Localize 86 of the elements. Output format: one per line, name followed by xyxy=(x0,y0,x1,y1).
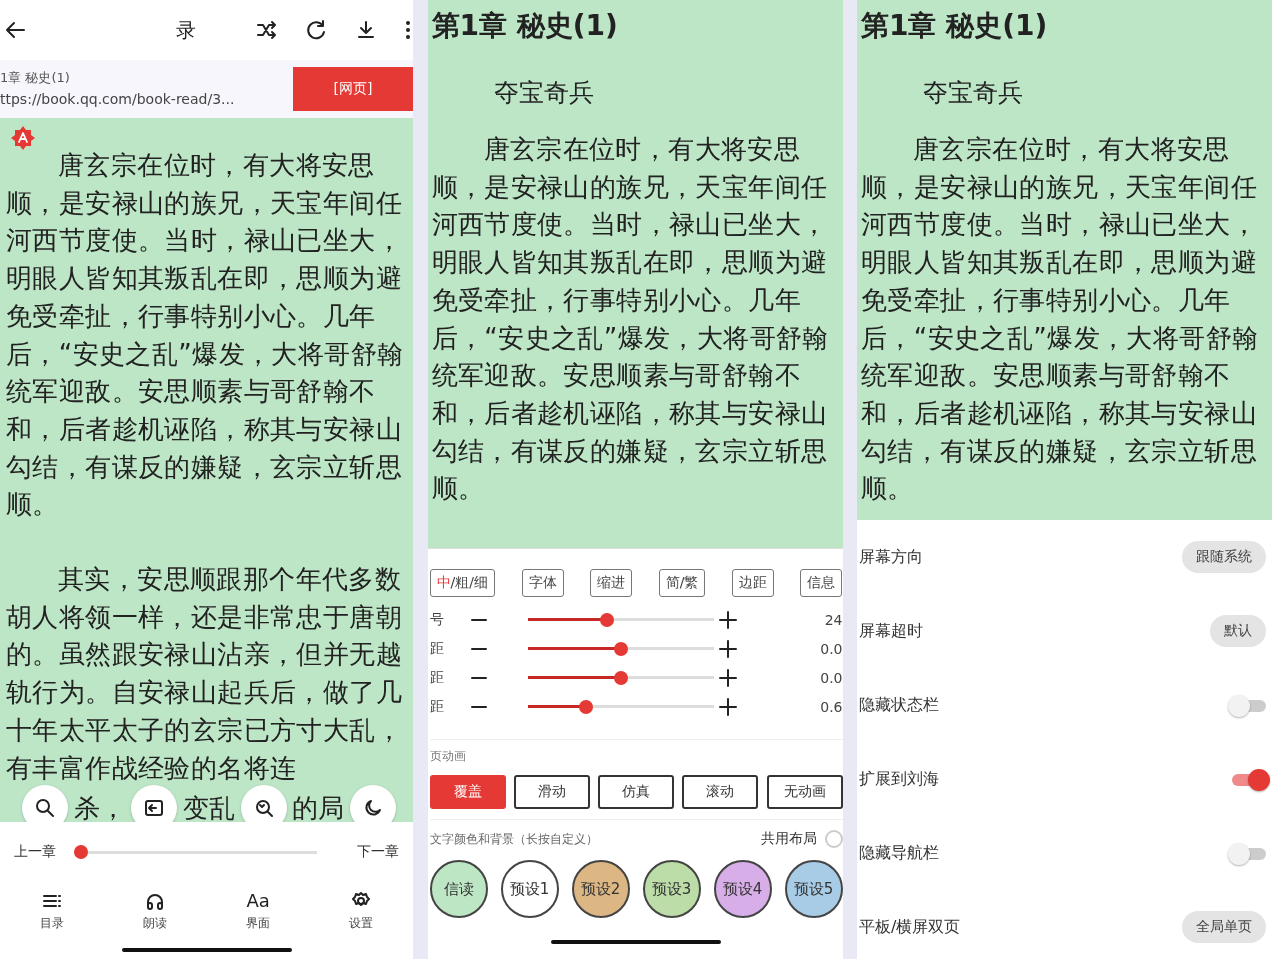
page-animation-option[interactable]: 仿真 xyxy=(598,775,674,809)
chapter-text: 唐玄宗在位时，有大将安思顺，是安禄山的族兄，天宝年间任河西节度使。当时，禄山已坐大，明眼人皆知其叛乱在即，思顺为避免受牵扯，行事特别小心。几年后，“安史之乱”爆发，大将哥舒翰统军迎敌。安思顺素与哥舒翰不和，后者趁机诬陷，称其与安禄山勾结，有谋反的嫌疑，玄宗立斩思顺。 xyxy=(431,133,830,506)
nav-tab[interactable]: Aa 界面 xyxy=(206,882,310,940)
text-fragment: 的局 xyxy=(292,791,345,822)
toggle-switch[interactable] xyxy=(1228,843,1266,863)
color-theme-preset[interactable]: 预设3 xyxy=(642,860,701,918)
nav-tab[interactable]: 目录 xyxy=(0,882,104,940)
shuffle-icon[interactable] xyxy=(255,19,277,41)
setting-label: 屏幕方向 xyxy=(859,546,923,568)
plus-icon[interactable] xyxy=(717,696,738,717)
page-animation-option[interactable]: 覆盖 xyxy=(429,775,506,809)
chapter-url: ttps://book.qq.com/book-read/3... xyxy=(0,90,236,109)
chapter-heading: 第1章 秘史(1) xyxy=(431,8,619,44)
slider-thumb[interactable] xyxy=(599,612,614,627)
font-glyph: Aa xyxy=(246,890,270,911)
slider-value: 24 xyxy=(823,611,843,628)
translate-badge-icon[interactable] xyxy=(10,125,36,151)
next-chapter-link[interactable]: 下一章 xyxy=(357,843,399,861)
section-caption: 文字颜色和背景（长按自定义） xyxy=(429,830,598,848)
color-theme-preset[interactable]: 预设1 xyxy=(500,860,559,918)
page-animation-option[interactable]: 滚动 xyxy=(682,775,759,809)
nav-tab[interactable]: 朗读 xyxy=(103,882,207,940)
color-theme-preset[interactable]: 信读 xyxy=(429,860,488,918)
slider-label: 号 xyxy=(429,610,445,629)
slider-label: 距 xyxy=(429,639,445,658)
slider-thumb[interactable] xyxy=(579,699,594,714)
style-option-button[interactable]: 缩进 xyxy=(590,569,633,597)
slider-label: 距 xyxy=(429,697,445,716)
slider-value: 0.0 xyxy=(819,669,843,686)
style-option-button[interactable]: 中/粗/细 xyxy=(429,569,495,597)
text-fragment: 变乱 xyxy=(182,791,235,822)
plus-icon[interactable] xyxy=(717,667,738,688)
setting-label: 屏幕超时 xyxy=(859,620,923,642)
back-arrow-icon[interactable] xyxy=(4,19,26,41)
chapter-name: 1章 秘史(1) xyxy=(0,69,71,87)
chapter-subtitle: 夺宝奇兵 xyxy=(923,77,1024,109)
color-theme-preset[interactable]: 预设2 xyxy=(571,860,630,918)
section-caption: 页动画 xyxy=(429,739,843,765)
toggle-switch[interactable] xyxy=(1228,695,1266,715)
style-option-button[interactable]: 边距 xyxy=(731,569,774,597)
slider-label: 距 xyxy=(429,668,445,687)
search-icon xyxy=(34,797,56,820)
plus-icon[interactable] xyxy=(717,609,738,630)
setting-label: 隐藏状态栏 xyxy=(859,694,939,716)
floating-button[interactable] xyxy=(349,785,396,822)
nav-label: 目录 xyxy=(39,914,64,932)
color-theme-preset[interactable]: 预设4 xyxy=(713,860,772,918)
style-option-button[interactable]: 简/繁 xyxy=(658,569,706,597)
paragraph: 其实，安思顺跟那个年代多数胡人将领一样，还是非常忠于唐朝的。虽然跟安禄山沾亲，但并无越轨行为。自安禄山起兵后，做了几十年太平太子的玄宗已方寸大乱，有丰富作战经验的名将连 xyxy=(6,563,403,785)
setting-value-button[interactable]: 全局单页 xyxy=(1182,911,1266,943)
slider-thumb[interactable] xyxy=(613,641,628,656)
style-option-button[interactable]: 字体 xyxy=(521,569,564,597)
more-icon[interactable] xyxy=(405,19,411,41)
chapter-text: 唐玄宗在位时，有大将安思顺，是安禄山的族兄，天宝年间任河西节度使。当时，禄山已坐大，明眼人皆知其叛乱在即，思顺为避免受牵扯，行事特别小心。几年后，“安史之乱”爆发，大将哥舒翰统军迎敌。安思顺素与哥舒翰不和，后者趁机诬陷，称其与安禄山勾结，有谋反的嫌疑，玄宗立斩思顺。 xyxy=(861,133,1260,506)
floating-button[interactable] xyxy=(240,785,287,822)
chapter-subtitle: 夺宝奇兵 xyxy=(493,77,595,109)
plus-icon[interactable] xyxy=(717,638,738,659)
page-animation-option[interactable]: 无动画 xyxy=(766,775,843,809)
previous-chapter-link[interactable]: 上一章 xyxy=(14,843,56,861)
slider-value: 0.6 xyxy=(819,698,843,715)
slider-thumb[interactable] xyxy=(613,670,628,685)
nav-label: 朗读 xyxy=(142,914,167,932)
nav-tab[interactable]: 设置 xyxy=(309,882,413,940)
slider-value: 0.0 xyxy=(819,640,843,657)
style-option-button[interactable]: 信息 xyxy=(800,569,843,597)
source-button[interactable]: [网页] xyxy=(293,67,413,111)
color-theme-preset[interactable]: 预设5 xyxy=(784,860,843,918)
shared-layout-label: 共用布局 xyxy=(760,830,817,848)
paragraph: 唐玄宗在位时，有大将安思顺，是安禄山的族兄，天宝年间任河西节度使。当时，禄山已坐大，明眼人皆知其叛乱在即，思顺为避免受牵扯，行事特别小心。几年后，“安史之乱”爆发，大将哥舒翰统军迎敌。安思顺素与哥舒翰不和，后者趁机诬陷，称其与安禄山勾结，有谋反的嫌疑，玄宗立斩思顺。 xyxy=(6,149,405,522)
download-icon[interactable] xyxy=(355,19,377,41)
nav-label: 界面 xyxy=(246,914,271,932)
page-animation-option[interactable]: 滑动 xyxy=(513,775,590,809)
chapter-progress-thumb[interactable] xyxy=(74,845,88,859)
chapter-heading: 第1章 秘史(1) xyxy=(861,8,1049,44)
setting-label: 扩展到刘海 xyxy=(859,768,939,790)
setting-value-button[interactable]: 默认 xyxy=(1210,615,1266,647)
refresh-icon[interactable] xyxy=(305,19,327,41)
floating-button[interactable] xyxy=(22,785,68,822)
book-title: 录 xyxy=(175,16,197,44)
setting-value-button[interactable]: 跟随系统 xyxy=(1182,541,1266,573)
nav-label: 设置 xyxy=(349,914,374,932)
shared-layout-radio[interactable] xyxy=(824,830,843,848)
floating-button[interactable] xyxy=(131,785,178,822)
setting-label: 隐藏导航栏 xyxy=(859,842,939,864)
text-fragment: 杀， xyxy=(73,791,126,822)
setting-label: 平板/横屏双页 xyxy=(859,916,961,938)
